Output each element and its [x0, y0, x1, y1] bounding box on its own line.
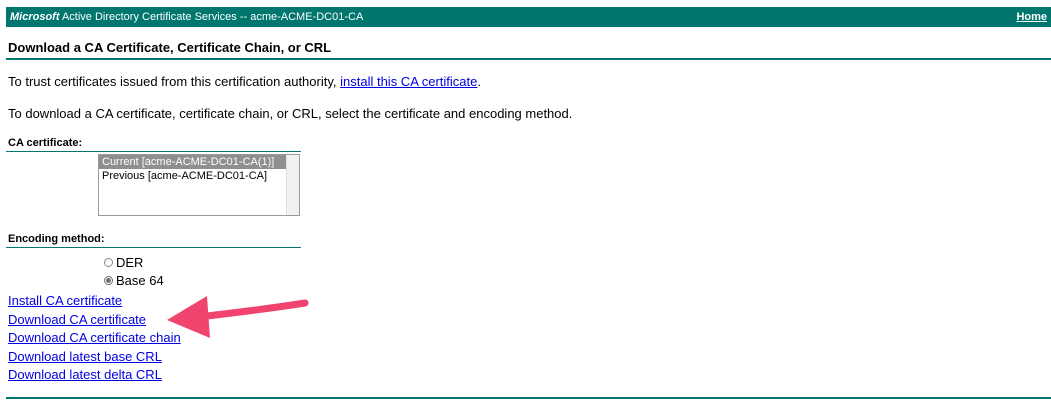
annotation-arrow-icon [167, 296, 309, 338]
